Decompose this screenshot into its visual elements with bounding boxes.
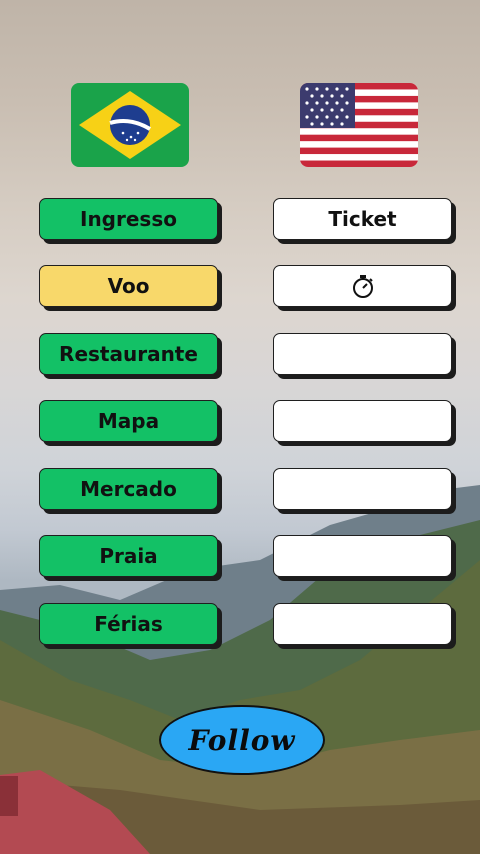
- word-button-voo[interactable]: Voo: [39, 265, 218, 307]
- word-button-restaurante[interactable]: Restaurante: [39, 333, 218, 375]
- word-button-mercado[interactable]: Mercado: [39, 468, 218, 510]
- follow-button[interactable]: Follow: [159, 705, 325, 775]
- word-button-ferias[interactable]: Férias: [39, 603, 218, 645]
- answer-box-empty[interactable]: [273, 535, 452, 577]
- brazil-flag-icon: [71, 83, 189, 167]
- word-button-ingresso[interactable]: Ingresso: [39, 198, 218, 240]
- answer-box-empty[interactable]: [273, 603, 452, 645]
- answer-box-empty[interactable]: [273, 400, 452, 442]
- answer-box-empty[interactable]: [273, 333, 452, 375]
- usa-flag-icon: [300, 83, 418, 167]
- word-button-mapa[interactable]: Mapa: [39, 400, 218, 442]
- answer-box-timer[interactable]: [273, 265, 452, 307]
- answer-box-empty[interactable]: [273, 468, 452, 510]
- answer-box-ticket[interactable]: Ticket: [273, 198, 452, 240]
- word-button-praia[interactable]: Praia: [39, 535, 218, 577]
- stopwatch-icon: [352, 275, 373, 298]
